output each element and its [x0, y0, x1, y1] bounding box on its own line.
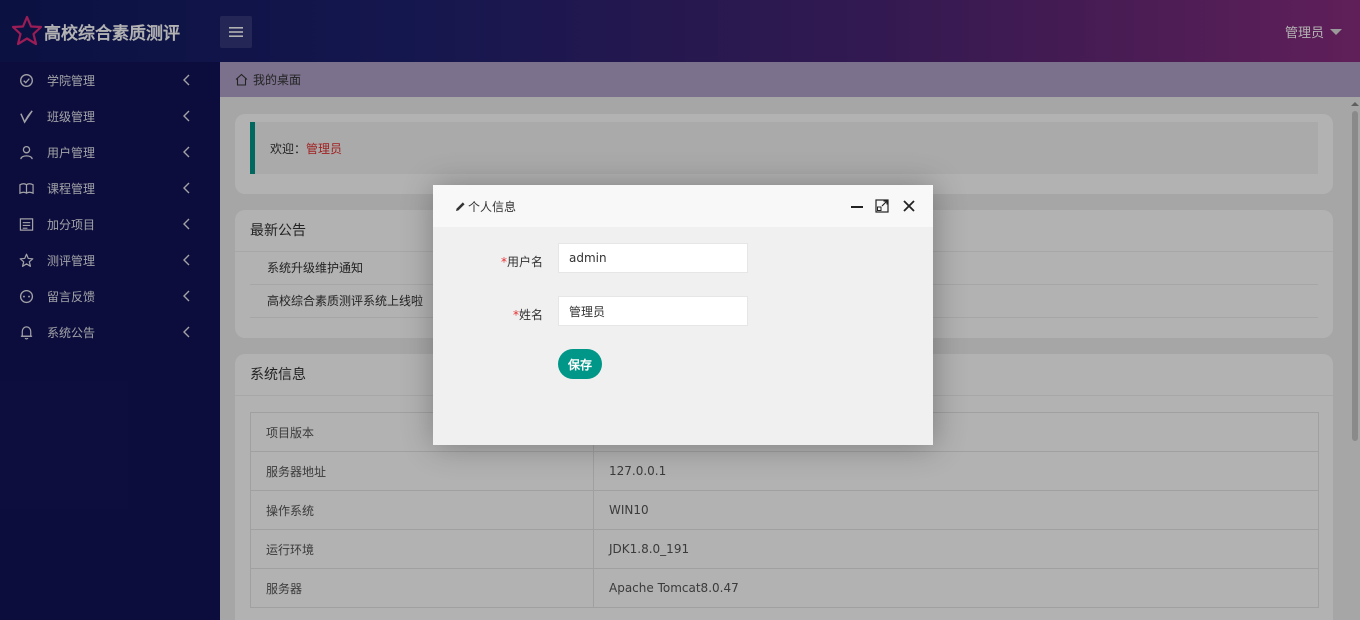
- username-label-text: 用户名: [506, 255, 543, 269]
- close-icon[interactable]: [902, 199, 916, 213]
- name-row: *姓名: [433, 296, 933, 326]
- pencil-icon: [456, 201, 465, 211]
- username-label: *用户名: [501, 253, 543, 270]
- maximize-icon[interactable]: [875, 199, 889, 213]
- dialog-title: 个人信息: [468, 199, 517, 214]
- profile-dialog: 个人信息 *用户名 *姓名 保存: [433, 185, 933, 445]
- username-field[interactable]: [558, 243, 748, 273]
- name-field[interactable]: [558, 296, 748, 326]
- username-row: *用户名: [433, 243, 933, 273]
- name-label-text: 姓名: [518, 308, 543, 322]
- dialog-header[interactable]: 个人信息: [433, 185, 933, 227]
- save-button[interactable]: 保存: [558, 349, 602, 379]
- name-label: *姓名: [513, 306, 543, 323]
- minimize-icon[interactable]: [850, 199, 864, 213]
